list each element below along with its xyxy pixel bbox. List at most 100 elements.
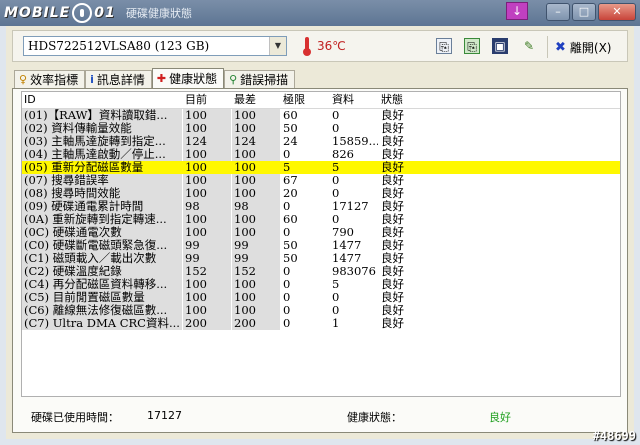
toolbar: HDS722512VLSA80 (123 GB) ▼ 36℃ ⎘ ⎘ ▣ ✎ ✖… [12, 30, 628, 62]
cell-data: 17127 [332, 200, 369, 213]
cell-worst: 100 [232, 278, 280, 291]
cell-id: (03) 主軸馬達旋轉到指定... [22, 135, 182, 148]
cell-worst: 98 [232, 200, 280, 213]
cell-worst: 100 [232, 174, 280, 187]
cell-status: 良好 [381, 291, 404, 304]
cell-id: (04) 主軸馬達啟動／停止... [22, 148, 182, 161]
cell-data: 790 [332, 226, 354, 239]
health-status-value: 良好 [489, 411, 511, 424]
cell-data: 0 [332, 122, 340, 135]
minimize-button[interactable]: – [546, 3, 570, 21]
cell-current: 100 [183, 109, 231, 122]
speed-icon: ♀ [19, 73, 28, 86]
cell-worst: 100 [232, 304, 280, 317]
cell-data: 983076 [332, 265, 376, 278]
tab-performance[interactable]: ♀ 效率指標 [14, 70, 86, 88]
column-header-data[interactable]: 資料 [330, 92, 378, 108]
cell-id: (05) 重新分配磁區數量 [22, 161, 182, 174]
cell-status: 良好 [381, 265, 404, 278]
cell-current: 100 [183, 187, 231, 200]
tab-info[interactable]: i 訊息詳情 [85, 70, 152, 88]
cell-worst: 200 [232, 317, 280, 330]
tab-bar: ♀ 效率指標 i 訊息詳情 ✚ 健康狀態 ⚲ 錯誤掃描 [14, 68, 296, 88]
cell-data: 0 [332, 174, 340, 187]
column-header-threshold[interactable]: 極限 [281, 92, 329, 108]
table-row[interactable]: (08) 搜尋時間效能 100 100 20 0 良好 [22, 187, 620, 200]
table-row[interactable]: (0A) 重新旋轉到指定轉速... 100 100 60 0 良好 [22, 213, 620, 226]
cell-id: (0A) 重新旋轉到指定轉速... [22, 213, 182, 226]
save-icon[interactable]: ▣ [492, 38, 508, 54]
column-header-status[interactable]: 狀態 [379, 92, 419, 108]
cell-current: 99 [183, 239, 231, 252]
table-row[interactable]: (C6) 離線無法修復磁區數... 100 100 0 0 良好 [22, 304, 620, 317]
copy-screenshot-icon[interactable]: ⎘ [464, 38, 480, 54]
cell-worst: 100 [232, 187, 280, 200]
toolbar-divider [547, 36, 548, 58]
table-row[interactable]: (C1) 磁頭載入／載出次數 99 99 50 1477 良好 [22, 252, 620, 265]
table-row[interactable]: (C4) 再分配磁區資料轉移... 100 100 0 5 良好 [22, 278, 620, 291]
maximize-button[interactable]: □ [572, 3, 596, 21]
tab-health[interactable]: ✚ 健康狀態 [151, 68, 225, 88]
cell-threshold: 0 [283, 317, 291, 330]
cell-current: 100 [183, 174, 231, 187]
table-row[interactable]: (0C) 硬碟通電次數 100 100 0 790 良好 [22, 226, 620, 239]
column-header-worst[interactable]: 最差 [232, 92, 280, 108]
cell-status: 良好 [381, 135, 404, 148]
info-icon: i [90, 73, 94, 86]
cell-status: 良好 [381, 122, 404, 135]
table-row[interactable]: (C2) 硬碟溫度紀錄 152 152 0 983076 良好 [22, 265, 620, 278]
cell-data: 15859... [332, 135, 378, 148]
cell-threshold: 0 [283, 148, 291, 161]
close-button[interactable]: ✕ [598, 3, 636, 21]
chevron-down-icon[interactable]: ▼ [269, 37, 286, 55]
table-row[interactable]: (02) 資料傳輸量效能 100 100 50 0 良好 [22, 122, 620, 135]
cell-current: 100 [183, 226, 231, 239]
table-row[interactable]: (05) 重新分配磁區數量 100 100 5 5 良好 [22, 161, 620, 174]
cell-id: (C0) 硬碟斷電磁頭緊急復... [22, 239, 182, 252]
table-row[interactable]: (C5) 目前閒置磁區數量 100 100 0 0 良好 [22, 291, 620, 304]
copy-icon[interactable]: ⎘ [436, 38, 452, 54]
table-row[interactable]: (01)【RAW】資料讀取錯... 100 100 60 0 良好 [22, 109, 620, 122]
cell-id: (C5) 目前閒置磁區數量 [22, 291, 182, 304]
table-row[interactable]: (07) 搜尋錯誤率 100 100 67 0 良好 [22, 174, 620, 187]
cell-worst: 100 [232, 161, 280, 174]
smart-attribute-list[interactable]: ID 目前 最差 極限 資料 狀態 (01)【RAW】資料讀取錯... 100 10… [21, 91, 621, 397]
cell-data: 1477 [332, 252, 362, 265]
health-cross-icon: ✚ [156, 72, 167, 85]
cell-id: (0C) 硬碟通電次數 [22, 226, 182, 239]
table-row[interactable]: (C7) Ultra DMA CRC資料... 200 200 0 1 良好 [22, 317, 620, 330]
download-arrow-icon[interactable]: ↓ [506, 2, 528, 20]
status-bar: 硬碟已使用時間： 17127 健康狀態： 良好 [21, 407, 621, 425]
cell-status: 良好 [381, 200, 404, 213]
cell-threshold: 0 [283, 278, 291, 291]
exit-button[interactable]: ✖ 離開(X) [555, 37, 612, 57]
cell-data: 1 [332, 317, 340, 330]
cell-current: 100 [183, 278, 231, 291]
cell-worst: 100 [232, 109, 280, 122]
options-icon[interactable]: ✎ [521, 38, 537, 54]
cell-threshold: 24 [283, 135, 298, 148]
cell-current: 98 [183, 200, 231, 213]
tab-label: 錯誤掃描 [240, 73, 289, 87]
power-on-hours-value: 17127 [147, 409, 182, 422]
cell-worst: 99 [232, 239, 280, 252]
health-status-label: 健康狀態： [347, 411, 402, 424]
title-bar: MOBILE 01 硬碟健康狀態 ↓ – □ ✕ [0, 0, 640, 26]
cell-current: 152 [183, 265, 231, 278]
cell-current: 100 [183, 148, 231, 161]
cell-id: (01)【RAW】資料讀取錯... [22, 109, 182, 122]
drive-select[interactable]: HDS722512VLSA80 (123 GB) ▼ [23, 36, 287, 56]
column-header-id[interactable]: ID [22, 92, 182, 108]
table-row[interactable]: (03) 主軸馬達旋轉到指定... 124 124 24 15859... 良好 [22, 135, 620, 148]
cell-data: 0 [332, 109, 340, 122]
list-header: ID 目前 最差 極限 資料 狀態 [22, 92, 620, 109]
table-row[interactable]: (04) 主軸馬達啟動／停止... 100 100 0 826 良好 [22, 148, 620, 161]
cell-threshold: 50 [283, 252, 298, 265]
tab-error-scan[interactable]: ⚲ 錯誤掃描 [224, 70, 296, 88]
column-header-current[interactable]: 目前 [183, 92, 231, 108]
cell-status: 良好 [381, 317, 404, 330]
cell-status: 良好 [381, 239, 404, 252]
table-row[interactable]: (C0) 硬碟斷電磁頭緊急復... 99 99 50 1477 良好 [22, 239, 620, 252]
table-row[interactable]: (09) 硬碟通電累計時間 98 98 0 17127 良好 [22, 200, 620, 213]
window-title: 硬碟健康狀態 [126, 7, 192, 20]
